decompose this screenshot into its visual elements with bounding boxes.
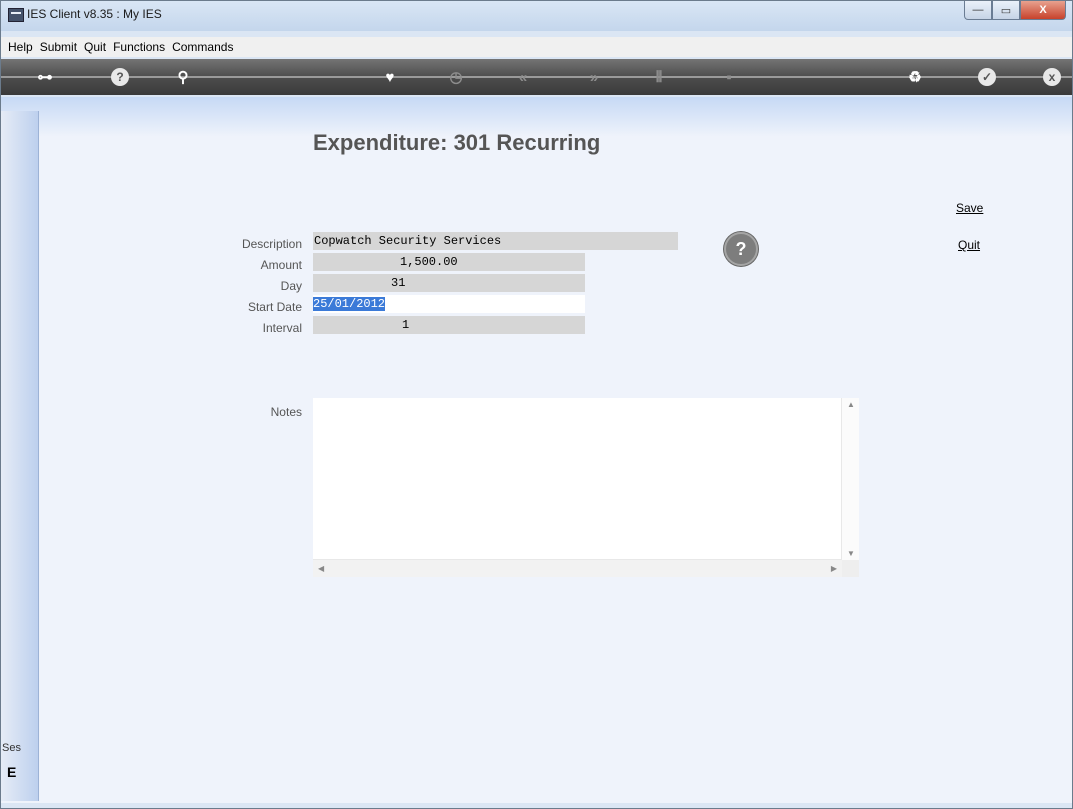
- scroll-right-icon[interactable]: ▶: [831, 564, 837, 573]
- heart-icon[interactable]: ♥: [380, 67, 400, 87]
- tools-icon[interactable]: ⫴: [649, 67, 669, 87]
- notes-label: Notes: [270, 405, 302, 419]
- prev-icon[interactable]: «: [513, 67, 533, 87]
- search-icon[interactable]: ⚲: [173, 67, 193, 87]
- menu-quit[interactable]: Quit: [84, 40, 106, 54]
- next-icon[interactable]: »: [584, 67, 604, 87]
- help-icon-large[interactable]: ?: [724, 232, 758, 266]
- vertical-scrollbar[interactable]: ▲ ▼: [841, 398, 859, 560]
- close-button[interactable]: X: [1020, 1, 1066, 20]
- description-label: Description: [241, 237, 302, 251]
- app-window: IES Client v8.35 : My IES — ▭ X Help Sub…: [0, 0, 1073, 809]
- title-bar: IES Client v8.35 : My IES — ▭ X: [1, 1, 1072, 31]
- main-content: Ses E Expenditure: 301 Recurring Descrip…: [1, 97, 1072, 803]
- menu-bar: Help Submit Quit Functions Commands: [1, 37, 1072, 57]
- scroll-up-icon[interactable]: ▲: [847, 400, 855, 409]
- recycle-icon[interactable]: ♻: [905, 67, 925, 87]
- scroll-left-icon[interactable]: ◀: [318, 564, 324, 573]
- session-glyph[interactable]: E: [7, 764, 16, 780]
- save-link[interactable]: Save: [956, 201, 983, 215]
- scroll-down-icon[interactable]: ▼: [847, 549, 855, 558]
- key-icon[interactable]: ⊶: [35, 67, 55, 87]
- interval-label: Interval: [262, 321, 302, 335]
- maximize-button[interactable]: ▭: [992, 1, 1020, 20]
- ok-icon[interactable]: ✓: [978, 68, 996, 86]
- amount-field[interactable]: 1,500.00: [313, 253, 585, 271]
- scroll-corner: [842, 560, 859, 577]
- app-icon: [8, 8, 24, 22]
- start-date-value: 25/01/2012: [313, 297, 386, 311]
- quit-link[interactable]: Quit: [958, 238, 980, 252]
- interval-field[interactable]: 1: [313, 316, 585, 334]
- amount-label: Amount: [260, 258, 302, 272]
- clock-icon[interactable]: ◷: [446, 67, 466, 87]
- day-label: Day: [280, 279, 302, 293]
- page-title: Expenditure: 301 Recurring: [313, 130, 601, 155]
- minimize-button[interactable]: —: [964, 1, 992, 20]
- notes-textarea[interactable]: ▲ ▼ ◀ ▶: [313, 398, 859, 577]
- description-field[interactable]: Copwatch Security Services: [313, 232, 678, 250]
- start-date-field[interactable]: 25/01/2012: [313, 295, 585, 313]
- day-field[interactable]: 31: [313, 274, 585, 292]
- window-icon[interactable]: ▪: [719, 67, 739, 87]
- menu-functions[interactable]: Functions: [113, 40, 165, 54]
- horizontal-scrollbar[interactable]: ◀ ▶: [313, 559, 842, 577]
- window-title: IES Client v8.35 : My IES: [27, 7, 162, 21]
- menu-help[interactable]: Help: [8, 40, 33, 54]
- help-icon[interactable]: ?: [111, 68, 129, 86]
- toolbar: ⊶ ? ⚲ ♥ ◷ « » ⫴ ▪ ♻ ✓ x: [1, 59, 1072, 95]
- start-date-label: Start Date: [247, 300, 302, 314]
- close-icon[interactable]: x: [1043, 68, 1061, 86]
- session-label: Ses: [2, 742, 21, 754]
- menu-submit[interactable]: Submit: [40, 40, 77, 54]
- left-panel: Ses E: [1, 111, 39, 801]
- menu-commands[interactable]: Commands: [172, 40, 233, 54]
